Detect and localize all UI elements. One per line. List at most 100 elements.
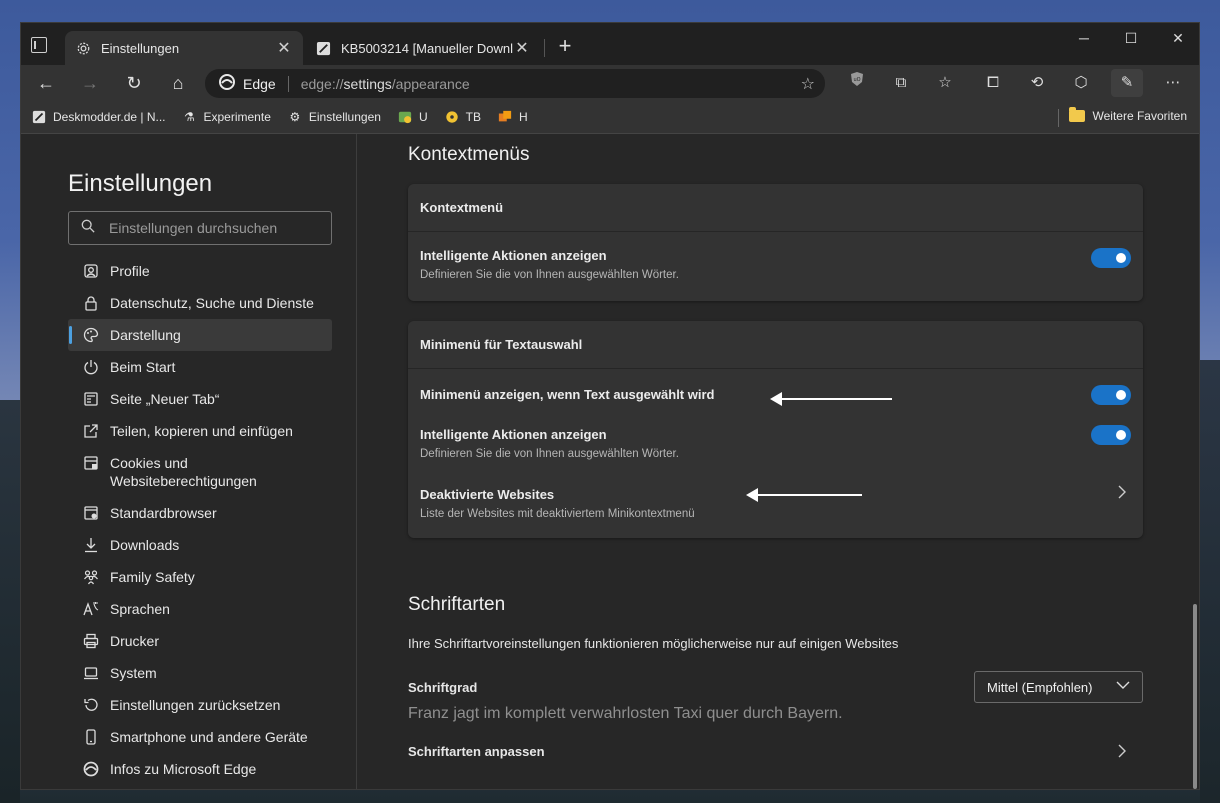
- collections-icon[interactable]: ⧠: [977, 69, 1009, 97]
- address-brand: Edge: [243, 75, 276, 92]
- setting-title: Intelligente Aktionen anzeigen: [420, 427, 607, 442]
- address-bar[interactable]: Edge edge://settings/appearance ☆: [205, 69, 825, 98]
- sidebar-item-downloads[interactable]: Downloads: [68, 529, 332, 561]
- svg-text:uO: uO: [853, 77, 860, 83]
- deskmodder-icon: [31, 109, 47, 125]
- tab-kb5003214[interactable]: KB5003214 [Manueller Download ✕: [305, 31, 541, 65]
- sidebar-item-privacy[interactable]: Datenschutz, Suche und Dienste: [68, 287, 332, 319]
- close-icon[interactable]: ✕: [513, 38, 531, 58]
- deskmodder-icon: [315, 40, 331, 56]
- palette-icon: [82, 326, 100, 344]
- sidebar-item-phone[interactable]: Smartphone und andere Geräte: [68, 721, 332, 753]
- font-size-label: Schriftgrad: [408, 680, 478, 695]
- chevron-right-icon: [1117, 485, 1127, 502]
- profile-icon: [82, 262, 100, 280]
- sidebar-item-appearance[interactable]: Darstellung: [68, 319, 332, 351]
- card-header: Minimenü für Textauswahl: [408, 321, 1143, 369]
- browser-window: Einstellungen ✕ KB5003214 [Manueller Dow…: [20, 22, 1200, 790]
- section-title-fonts: Schriftarten: [408, 594, 506, 615]
- settings-sidebar: Einstellungen Profile Datenschutz, Suche…: [21, 134, 357, 789]
- share-icon: [82, 422, 100, 440]
- sidebar-item-newtab[interactable]: Seite „Neuer Tab“: [68, 383, 332, 415]
- favorite-tb[interactable]: TB: [444, 109, 481, 125]
- lock-icon: [82, 294, 100, 312]
- sidebar-item-languages[interactable]: Sprachen: [68, 593, 332, 625]
- flask-icon: ⚗: [184, 110, 195, 124]
- setting-row-minimenu-smart-actions: Intelligente Aktionen anzeigen Definiere…: [408, 409, 1143, 469]
- tab-settings[interactable]: Einstellungen ✕: [65, 31, 303, 65]
- sidebar-item-startup[interactable]: Beim Start: [68, 351, 332, 383]
- ublock-icon[interactable]: uO: [841, 69, 873, 97]
- scrollbar[interactable]: [1189, 134, 1199, 789]
- phone-icon: [82, 728, 100, 746]
- sidebar-item-reset[interactable]: Einstellungen zurücksetzen: [68, 689, 332, 721]
- cookie-icon: [82, 454, 100, 472]
- close-icon[interactable]: ✕: [275, 38, 293, 58]
- feedback-icon[interactable]: ✎: [1111, 69, 1143, 97]
- refresh-button[interactable]: ↻: [119, 69, 149, 97]
- tab-divider: [544, 39, 545, 57]
- minimize-button[interactable]: ─: [1061, 23, 1107, 55]
- maximize-button[interactable]: ☐: [1108, 23, 1154, 55]
- history-icon[interactable]: ⟲: [1021, 69, 1053, 97]
- power-icon: [82, 358, 100, 376]
- search-icon: [81, 219, 95, 238]
- setting-row-smart-actions: Intelligente Aktionen anzeigen Definiere…: [408, 232, 1143, 300]
- favorite-u[interactable]: U: [397, 109, 428, 125]
- annotation-arrow: [770, 392, 892, 406]
- smart-actions-toggle[interactable]: [1091, 248, 1131, 268]
- favorites-bar: Deskmodder.de | N... ⚗ Experimente ⚙ Ein…: [21, 101, 1199, 134]
- sidebar-item-system[interactable]: System: [68, 657, 332, 689]
- minimenu-smart-actions-toggle[interactable]: [1091, 425, 1131, 445]
- favorite-h[interactable]: H: [497, 109, 528, 125]
- laptop-icon: [82, 664, 100, 682]
- favorites-icon[interactable]: ☆: [929, 69, 961, 97]
- sidebar-item-cookies[interactable]: Cookies und Websiteberechtigungen: [68, 447, 332, 497]
- font-size-select[interactable]: Mittel (Empfohlen): [974, 671, 1143, 703]
- more-menu-icon[interactable]: ⋯: [1157, 69, 1189, 97]
- sidebar-item-about[interactable]: Infos zu Microsoft Edge: [68, 753, 332, 785]
- font-sample: Franz jagt im komplett verwahrlosten Tax…: [408, 705, 843, 722]
- tab-label: Einstellungen: [101, 40, 180, 56]
- new-tab-button[interactable]: +: [551, 33, 579, 61]
- close-window-button[interactable]: ✕: [1155, 23, 1199, 55]
- setting-row-disabled-websites[interactable]: Deaktivierte Websites Liste der Websites…: [408, 469, 1143, 529]
- sidebar-item-family-safety[interactable]: Family Safety: [68, 561, 332, 593]
- chevron-down-icon: [1116, 679, 1130, 693]
- desktop-background-left: [0, 400, 20, 803]
- edge-icon: [82, 760, 100, 778]
- favorite-experimente[interactable]: ⚗ Experimente: [182, 109, 271, 125]
- setting-description: Definieren Sie die von Ihnen ausgewählte…: [420, 269, 679, 281]
- customize-fonts-row[interactable]: Schriftarten anpassen: [408, 744, 1143, 768]
- add-favorite-icon[interactable]: ☆: [801, 74, 815, 94]
- favorite-einstellungen[interactable]: ⚙ Einstellungen: [287, 109, 380, 125]
- sidebar-item-printers[interactable]: Drucker: [68, 625, 332, 657]
- reset-icon: [82, 696, 100, 714]
- u-icon: [397, 109, 413, 125]
- tab-actions-icon[interactable]: [31, 37, 47, 53]
- other-favorites[interactable]: Weitere Favoriten: [1068, 107, 1187, 123]
- sidebar-item-profile[interactable]: Profile: [68, 255, 332, 287]
- search-input[interactable]: [109, 220, 309, 236]
- address-url: edge://settings/appearance: [300, 75, 470, 92]
- settings-search[interactable]: [68, 211, 332, 245]
- setting-description: Liste der Websites mit deaktiviertem Min…: [420, 508, 695, 520]
- favorites-divider: [1058, 109, 1059, 127]
- forward-button[interactable]: →: [75, 69, 105, 97]
- customize-fonts-label: Schriftarten anpassen: [408, 744, 545, 759]
- favorite-deskmodder[interactable]: Deskmodder.de | N...: [31, 109, 166, 125]
- home-button[interactable]: ⌂: [163, 69, 193, 97]
- extensions-icon[interactable]: ⧉: [885, 69, 917, 97]
- back-button[interactable]: ←: [31, 69, 61, 97]
- sidebar-item-default-browser[interactable]: Standardbrowser: [68, 497, 332, 529]
- tab-label: KB5003214 [Manueller Download: [341, 40, 513, 56]
- browser-icon: [82, 504, 100, 522]
- settings-page: Einstellungen Profile Datenschutz, Suche…: [21, 134, 1199, 789]
- address-divider: [287, 75, 289, 92]
- download-icon: [82, 536, 100, 554]
- show-minimenu-toggle[interactable]: [1091, 385, 1131, 405]
- web-capture-icon[interactable]: ⬡: [1065, 69, 1097, 97]
- card-mini-menu: Minimenü für Textauswahl Minimenü anzeig…: [408, 321, 1143, 538]
- sidebar-item-share[interactable]: Teilen, kopieren und einfügen: [68, 415, 332, 447]
- scrollbar-thumb[interactable]: [1193, 604, 1197, 789]
